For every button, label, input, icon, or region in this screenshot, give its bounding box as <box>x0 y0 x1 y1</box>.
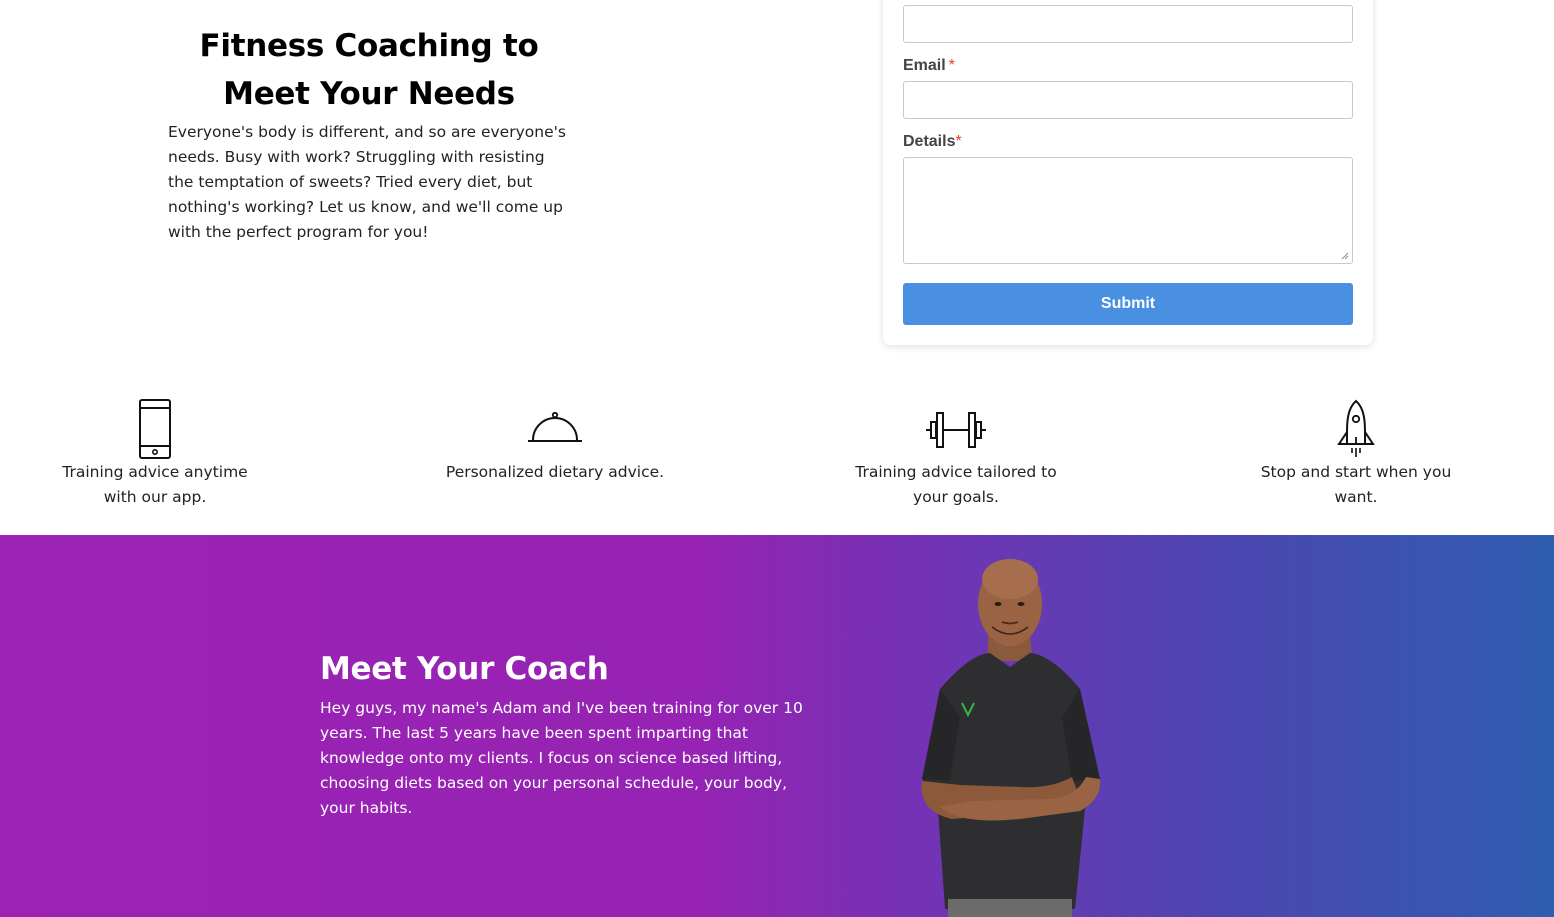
smartphone-icon <box>139 399 171 459</box>
food-cloche-icon <box>528 411 582 442</box>
feature-diet: Personalized dietary advice. <box>445 398 665 485</box>
contact-form: Email * Details* Submit <box>883 0 1373 345</box>
hero-title-line2: Meet Your Needs <box>223 76 515 112</box>
coach-photo <box>921 559 1101 917</box>
features-row: Training advice anytime with our app. Pe… <box>0 398 1554 518</box>
coach-bio: Hey guys, my name's Adam and I've been t… <box>320 699 803 817</box>
details-label: Details* <box>903 133 962 151</box>
hero-title: Fitness Coaching to Meet Your Needs <box>168 22 570 118</box>
dumbbell-icon <box>926 412 986 448</box>
email-label: Email * <box>903 57 955 75</box>
coach-section: Meet Your Coach Hey guys, my name's Adam… <box>0 535 1554 917</box>
hero-description: Everyone's body is different, and so are… <box>168 123 566 241</box>
email-field[interactable] <box>903 81 1353 119</box>
feature-training: Training advice tailored to your goals. <box>846 398 1066 510</box>
feature-label: Training advice anytime with our app. <box>62 463 248 506</box>
submit-button[interactable]: Submit <box>903 283 1353 325</box>
feature-label: Stop and start when you want. <box>1260 463 1452 506</box>
coach-title: Meet Your Coach <box>320 651 609 687</box>
details-textarea[interactable] <box>903 157 1353 264</box>
details-required-marker: * <box>955 133 962 150</box>
details-label-text: Details <box>903 133 956 150</box>
rocket-icon <box>1337 399 1375 457</box>
feature-app: Training advice anytime with our app. <box>45 398 265 510</box>
hero-section: Fitness Coaching to Meet Your Needs Ever… <box>168 22 570 245</box>
feature-label: Personalized dietary advice. <box>445 463 665 481</box>
resize-grip-icon[interactable] <box>1341 252 1349 260</box>
feature-flexible: Stop and start when you want. <box>1246 398 1466 510</box>
feature-label: Training advice tailored to your goals. <box>855 463 1057 506</box>
email-required-marker: * <box>948 57 955 74</box>
email-label-text: Email <box>903 57 946 74</box>
hero-title-line1: Fitness Coaching to <box>199 28 539 64</box>
name-field[interactable] <box>903 5 1353 43</box>
